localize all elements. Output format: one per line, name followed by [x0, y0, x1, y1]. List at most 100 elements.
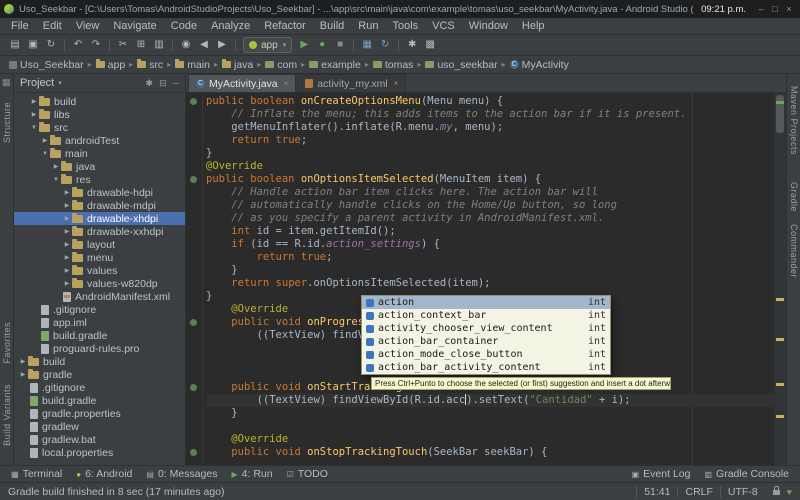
run-icon[interactable]: ▶: [296, 37, 312, 53]
line-separator-widget[interactable]: CRLF: [677, 486, 719, 498]
override-marker-icon[interactable]: [190, 449, 197, 456]
code-editor[interactable]: public boolean onCreateOptionsMenu(Menu …: [186, 93, 786, 465]
gradle-sync-icon[interactable]: ↻: [377, 37, 393, 53]
chevron-down-icon[interactable]: ▾: [58, 79, 62, 87]
open-icon[interactable]: ▤: [7, 37, 23, 53]
menu-window[interactable]: Window: [462, 20, 515, 32]
tree-item-drawable-hdpi[interactable]: ▶drawable-hdpi: [14, 186, 185, 199]
settings-icon[interactable]: ✱: [404, 37, 420, 53]
breadcrumb-uso-seekbar[interactable]: uso_seekbar: [425, 59, 497, 71]
caret-position-widget[interactable]: 51:41: [636, 486, 677, 498]
undo-icon[interactable]: ↶: [70, 37, 86, 53]
copy-icon[interactable]: ⊞: [133, 37, 149, 53]
tree-item-build[interactable]: ▶build: [14, 355, 185, 368]
breadcrumb-app[interactable]: app: [96, 59, 126, 71]
tree-item-values-w820dp[interactable]: ▶values-w820dp: [14, 277, 185, 290]
project-structure-icon[interactable]: ▩: [422, 37, 438, 53]
menu-edit[interactable]: Edit: [36, 20, 69, 32]
breadcrumb-java[interactable]: java: [222, 59, 253, 71]
close-tab-icon[interactable]: ×: [284, 79, 289, 88]
menu-run[interactable]: Run: [351, 20, 385, 32]
run-config-selector[interactable]: app▾: [243, 37, 292, 53]
tool-tab-gradle-console[interactable]: ▥Gradle Console: [697, 468, 796, 480]
tree-item-gradle-properties[interactable]: gradle.properties: [14, 407, 185, 420]
gear-icon[interactable]: ✱: [146, 78, 154, 88]
save-all-icon[interactable]: ▣: [25, 37, 41, 53]
breadcrumb-main[interactable]: main: [175, 59, 210, 71]
tool-button-favorites[interactable]: Favorites: [2, 322, 12, 364]
tree-item-libs[interactable]: ▶libs: [14, 108, 185, 121]
override-marker-icon[interactable]: [190, 98, 197, 105]
tree-item-drawable-xxhdpi[interactable]: ▶drawable-xxhdpi: [14, 225, 185, 238]
override-marker-icon[interactable]: [190, 384, 197, 391]
tool-tab-event-log[interactable]: ▣Event Log: [625, 468, 698, 480]
tree-item-drawable-xhdpi[interactable]: ▶drawable-xhdpi: [14, 212, 185, 225]
breadcrumb-tomas[interactable]: tomas: [373, 59, 414, 71]
menu-code[interactable]: Code: [164, 20, 204, 32]
menu-analyze[interactable]: Analyze: [204, 20, 257, 32]
menu-view[interactable]: View: [69, 20, 107, 32]
completion-item-activity-chooser-view-content[interactable]: activity_chooser_view_contentint: [362, 322, 610, 335]
cut-icon[interactable]: ✂: [115, 37, 131, 53]
breadcrumb-src[interactable]: src: [137, 59, 163, 71]
tree-item-androidtest[interactable]: ▶androidTest: [14, 134, 185, 147]
tool-button-build-variants[interactable]: Build Variants: [2, 384, 12, 446]
breadcrumb-uso-seekbar[interactable]: Uso_Seekbar: [9, 59, 84, 71]
tool-button-gradle[interactable]: Gradle: [789, 182, 799, 212]
sync-icon[interactable]: ↻: [43, 37, 59, 53]
tree-item-build-gradle[interactable]: build.gradle: [14, 394, 185, 407]
back-icon[interactable]: ◀: [196, 37, 212, 53]
completion-item-action-mode-close-button[interactable]: action_mode_close_buttonint: [362, 348, 610, 361]
stop-icon[interactable]: ■: [332, 37, 348, 53]
tree-item-androidmanifest-xml[interactable]: AndroidManifest.xml: [14, 290, 185, 303]
maximize-button[interactable]: □: [768, 4, 782, 14]
menu-help[interactable]: Help: [515, 20, 552, 32]
tree-item-proguard-rules-pro[interactable]: proguard-rules.pro: [14, 342, 185, 355]
completion-item-action-bar-activity-content[interactable]: action_bar_activity_contentint: [362, 361, 610, 374]
tree-item-layout[interactable]: ▶layout: [14, 238, 185, 251]
paste-icon[interactable]: ▥: [151, 37, 167, 53]
menu-file[interactable]: File: [4, 20, 36, 32]
completion-item-action[interactable]: actionint: [362, 296, 610, 309]
tool-tab-terminal[interactable]: ▦Terminal: [4, 468, 69, 480]
minimize-button[interactable]: –: [754, 4, 768, 14]
tree-item-src[interactable]: ▼src: [14, 121, 185, 134]
debug-icon[interactable]: ●: [314, 37, 330, 53]
tool-windows-icon[interactable]: ▦: [2, 77, 11, 88]
tree-item-local-properties[interactable]: local.properties: [14, 446, 185, 459]
tree-item-drawable-mdpi[interactable]: ▶drawable-mdpi: [14, 199, 185, 212]
tree-item-res[interactable]: ▼res: [14, 173, 185, 186]
close-tab-icon[interactable]: ×: [394, 79, 399, 88]
breadcrumb-example[interactable]: example: [309, 59, 361, 71]
editor-tab-myactivity-java[interactable]: MyActivity.java×: [188, 74, 296, 92]
hide-panel-icon[interactable]: ─: [173, 78, 179, 88]
tool-button-maven-projects[interactable]: Maven Projects: [789, 86, 799, 155]
stripe-mark[interactable]: [776, 338, 784, 341]
close-button[interactable]: ×: [782, 4, 796, 14]
tool-button-structure[interactable]: Structure: [2, 102, 12, 143]
tree-item-build-gradle[interactable]: build.gradle: [14, 329, 185, 342]
collapse-all-icon[interactable]: ⊟: [159, 78, 167, 88]
tree-item-main[interactable]: ▼main: [14, 147, 185, 160]
find-icon[interactable]: ◉: [178, 37, 194, 53]
tree-item-gradlew[interactable]: gradlew: [14, 420, 185, 433]
menu-build[interactable]: Build: [313, 20, 351, 32]
tree-item-menu[interactable]: ▶menu: [14, 251, 185, 264]
tree-item-build[interactable]: ▶build: [14, 95, 185, 108]
override-marker-icon[interactable]: [190, 176, 197, 183]
stripe-mark[interactable]: [776, 101, 784, 104]
breadcrumb-com[interactable]: com: [265, 59, 297, 71]
editor-tab-activity-my-xml[interactable]: activity_my.xml×: [297, 74, 406, 92]
breadcrumb-myactivity[interactable]: MyActivity: [510, 59, 569, 71]
menu-navigate[interactable]: Navigate: [106, 20, 163, 32]
tree-item-gradle[interactable]: ▶gradle: [14, 368, 185, 381]
tool-tab-4-run[interactable]: ▶4: Run: [224, 468, 279, 480]
completion-item-action-bar-container[interactable]: action_bar_containerint: [362, 335, 610, 348]
tree-item-app-iml[interactable]: app.iml: [14, 316, 185, 329]
avd-manager-icon[interactable]: ▦: [359, 37, 375, 53]
tool-button-commander[interactable]: Commander: [789, 224, 799, 278]
tree-item-gitignore[interactable]: .gitignore: [14, 303, 185, 316]
forward-icon[interactable]: ▶: [214, 37, 230, 53]
menu-vcs[interactable]: VCS: [425, 20, 462, 32]
tree-item-values[interactable]: ▶values: [14, 264, 185, 277]
